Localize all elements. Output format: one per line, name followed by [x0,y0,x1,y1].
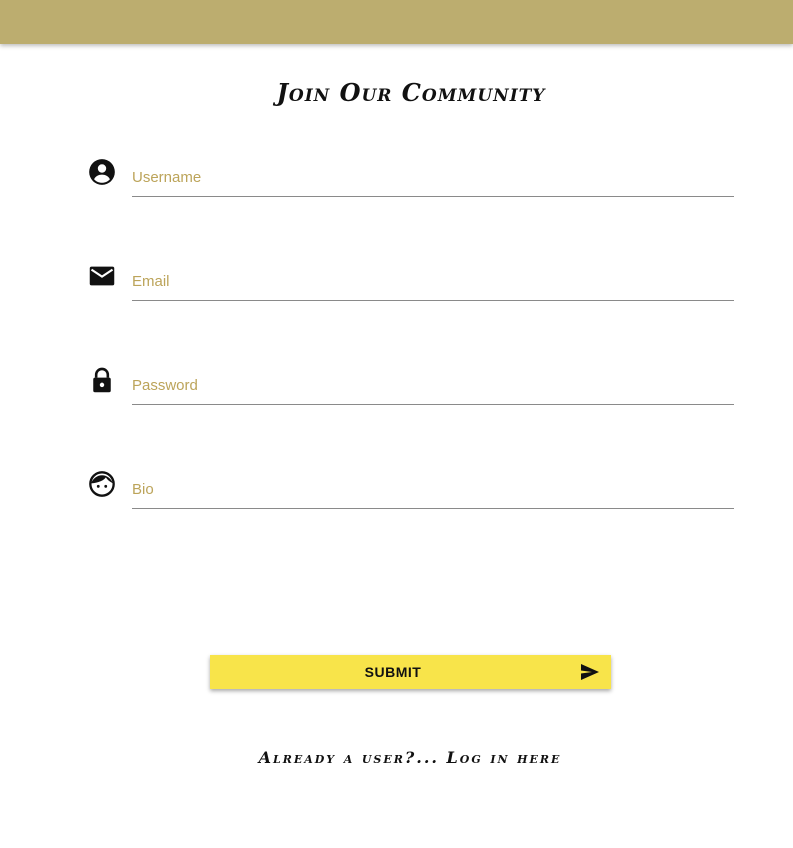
account-circle-icon [88,158,116,186]
login-link[interactable]: Already a user?... Log in here [0,748,793,767]
username-input[interactable] [132,158,734,197]
top-app-bar [0,0,793,44]
bio-input[interactable] [132,470,734,509]
username-field-row [88,158,734,202]
bio-field-row [88,470,734,514]
password-input[interactable] [132,366,734,405]
submit-button[interactable]: SUBMIT [210,655,611,689]
submit-button-label: SUBMIT [364,664,422,680]
email-field-row [88,262,734,306]
mail-icon [88,262,116,290]
lock-icon [88,366,116,394]
email-input[interactable] [132,262,734,301]
password-field-row [88,366,734,410]
page-title: Join Our Community [276,78,546,107]
face-icon [88,470,116,498]
send-icon [580,663,600,681]
